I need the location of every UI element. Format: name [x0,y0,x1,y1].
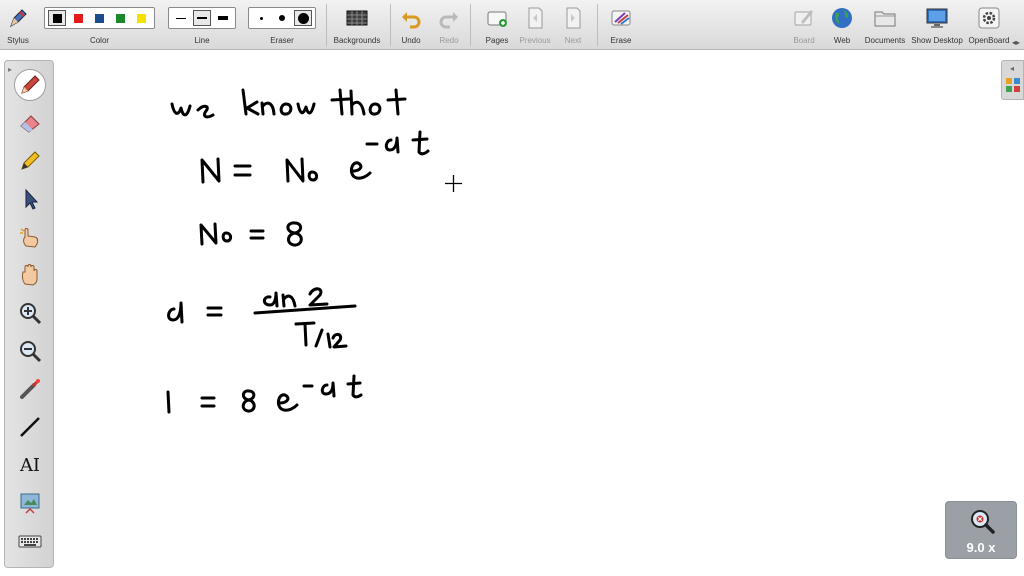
pointing-hand-icon [20,228,39,248]
pen-tool[interactable] [14,69,46,101]
next-page-icon [561,6,585,30]
monitor-icon [925,6,949,30]
hand-tool[interactable] [14,259,46,291]
expand-arrow-icon[interactable]: ◂ [1010,64,1014,73]
pen-icon [21,75,40,94]
add-page-icon [485,6,509,30]
ink-stroke-line-5 [166,374,363,414]
text-tool[interactable]: AI [14,449,46,481]
stylus-label: Stylus [7,36,29,45]
zoom-in-tool[interactable] [14,297,46,329]
laser-pointer-icon [20,379,40,399]
erase-board-icon [609,6,633,30]
erase-button[interactable]: Erase [604,0,638,50]
globe-icon [830,6,854,30]
pages-label: Pages [485,36,509,45]
color-label: Color [89,36,110,45]
virtual-keyboard-tool[interactable] [14,525,46,557]
line-tool[interactable] [14,411,46,443]
show-desktop-label: Show Desktop [911,36,963,45]
main-toolbar: Stylus Color Line Eraser Backgrounds Und… [0,0,1024,50]
redo-arrow-icon [437,6,461,30]
tool-palette: ▸ AI [4,60,54,568]
stylus-icon [6,6,30,30]
toolbar-divider [390,4,391,46]
marker-tool[interactable] [14,145,46,177]
minimize-toolbar-icon[interactable]: ◂▸ [1012,38,1020,47]
zoom-indicator[interactable]: 9.0 x [945,501,1017,559]
color-group: Color [44,0,155,50]
web-mode-button[interactable]: Web [826,0,858,50]
toolbar-divider [597,4,598,46]
library-palette-collapsed[interactable]: ◂ [1001,60,1024,100]
line-icon [20,417,40,437]
previous-page-icon [523,6,547,30]
documents-label: Documents [864,36,906,45]
erase-label: Erase [610,36,632,45]
ink-stroke-line-4 [167,287,357,349]
redo-label: Redo [439,36,459,45]
selector-arrow-icon [25,188,39,210]
whiteboard-canvas[interactable] [0,51,1024,576]
board-icon [792,6,816,30]
crosshair-cursor-icon [445,175,462,192]
show-desktop-button[interactable]: Show Desktop [910,0,964,50]
ink-stroke-line-3 [199,221,303,247]
backgrounds-label: Backgrounds [333,36,381,45]
eraser-tool[interactable] [14,107,46,139]
openboard-window: Stylus Color Line Eraser Backgrounds Und… [0,0,1024,576]
hand-icon [21,264,38,286]
redo-button[interactable]: Redo [434,0,464,50]
previous-label: Previous [519,36,551,45]
pages-button[interactable]: Pages [480,0,514,50]
line-group: Line [168,0,236,50]
library-icon [1006,78,1020,92]
zoom-in-icon [20,303,42,325]
undo-arrow-icon [399,6,423,30]
capture-tool[interactable] [14,487,46,519]
eraser-icon [20,115,40,133]
previous-page-button[interactable]: Previous [516,0,554,50]
stylus-button[interactable]: Stylus [0,0,36,50]
openboard-menu-button[interactable]: OpenBoard [966,0,1012,50]
next-label: Next [564,36,582,45]
board-label: Board [793,36,815,45]
openboard-label: OpenBoard [968,36,1010,45]
zoom-out-tool[interactable] [14,335,46,367]
documents-button[interactable]: Documents [862,0,908,50]
selector-tool[interactable] [14,183,46,215]
undo-label: Undo [401,36,421,45]
board-mode-button[interactable]: Board [788,0,820,50]
settings-gear-icon [977,6,1001,30]
eraser-group: Eraser [248,0,316,50]
capture-icon [20,493,40,514]
ink-stroke-line-2 [200,130,430,184]
toolbar-divider [470,4,471,46]
keyboard-icon [18,535,42,548]
backgrounds-icon [345,6,369,30]
toolbar-divider [326,4,327,46]
backgrounds-button[interactable]: Backgrounds [330,0,384,50]
interact-tool[interactable] [14,221,46,253]
ink-stroke-line-1 [170,88,407,119]
marker-icon [21,151,40,170]
web-label: Web [833,36,851,45]
text-tool-glyph: AI [19,454,41,476]
zoom-out-icon [20,341,42,363]
line-label: Line [194,36,210,45]
next-page-button[interactable]: Next [556,0,590,50]
zoom-reset-icon [971,510,995,534]
undo-button[interactable]: Undo [396,0,426,50]
palette-collapse-icon[interactable]: ▸ [8,65,12,74]
laser-pointer-tool[interactable] [14,373,46,405]
eraser-label: Eraser [270,36,294,45]
folder-icon [873,6,897,30]
zoom-level: 9.0 x [966,540,996,555]
